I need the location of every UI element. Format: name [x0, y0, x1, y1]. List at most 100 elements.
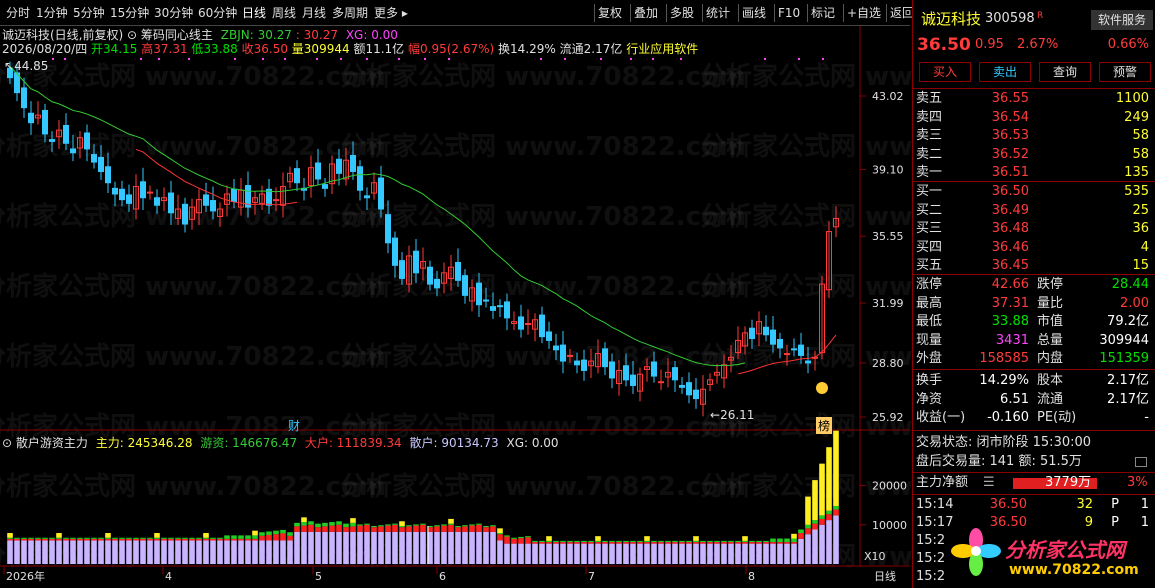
- candle-body[interactable]: [336, 158, 342, 174]
- candle-body[interactable]: [119, 188, 125, 201]
- cai-tag[interactable]: 财: [288, 417, 300, 434]
- candle-body[interactable]: [168, 192, 174, 214]
- trade-button-2[interactable]: 查询: [1039, 62, 1091, 82]
- candle-body[interactable]: [126, 194, 132, 204]
- candle-body[interactable]: [630, 374, 636, 386]
- candle-body[interactable]: [777, 338, 783, 349]
- period-tab-9[interactable]: 多周期: [332, 4, 368, 22]
- candle-body[interactable]: [98, 156, 104, 172]
- candle-body[interactable]: [399, 260, 405, 279]
- candle-body[interactable]: [63, 124, 69, 144]
- candle-body[interactable]: [378, 177, 384, 210]
- candle-body[interactable]: [497, 305, 503, 308]
- candle-body[interactable]: [483, 299, 489, 302]
- period-tab-3[interactable]: 15分钟: [110, 4, 149, 22]
- candle-body[interactable]: [658, 381, 664, 384]
- candle-body[interactable]: [112, 187, 118, 195]
- sub-indicator-name[interactable]: 散户游资主力: [16, 436, 88, 450]
- candle-body[interactable]: [574, 360, 580, 366]
- candle-body[interactable]: [784, 353, 790, 356]
- candle-body[interactable]: [462, 275, 468, 296]
- candle-body[interactable]: [749, 327, 755, 340]
- candle-body[interactable]: [154, 197, 160, 206]
- service-button[interactable]: 软件服务: [1091, 10, 1153, 30]
- tool-button-6[interactable]: 标记: [811, 4, 835, 22]
- period-tab-7[interactable]: 周线: [272, 4, 296, 22]
- candle-body[interactable]: [476, 282, 482, 306]
- candle-body[interactable]: [357, 166, 363, 191]
- tool-button-8[interactable]: 返回: [890, 4, 914, 22]
- candle-body[interactable]: [434, 278, 440, 289]
- candle-body[interactable]: [672, 367, 678, 381]
- candle-body[interactable]: [504, 301, 510, 319]
- candle-body[interactable]: [791, 348, 797, 351]
- trade-button-3[interactable]: 预警: [1099, 62, 1151, 82]
- candle-body[interactable]: [518, 316, 524, 330]
- candle-body[interactable]: [560, 344, 566, 362]
- candle-body[interactable]: [350, 155, 356, 172]
- candle-body[interactable]: [693, 389, 699, 400]
- candle-body[interactable]: [539, 314, 545, 338]
- candle-body[interactable]: [28, 112, 34, 124]
- period-tab-2[interactable]: 5分钟: [73, 4, 105, 22]
- candle-body[interactable]: [413, 250, 419, 274]
- candle-body[interactable]: [490, 306, 496, 311]
- money-bag-icon[interactable]: [816, 382, 828, 394]
- tool-button-4[interactable]: 画线: [742, 4, 766, 22]
- candle-body[interactable]: [49, 139, 55, 142]
- candle-body[interactable]: [805, 360, 811, 364]
- candle-body[interactable]: [427, 266, 433, 285]
- candle-body[interactable]: [651, 361, 657, 377]
- candle-body[interactable]: [798, 344, 804, 356]
- period-tab-0[interactable]: 分时: [6, 4, 30, 22]
- bang-tag[interactable]: 榜: [816, 417, 833, 434]
- candle-body[interactable]: [322, 184, 328, 189]
- price-chart-svg[interactable]: 43.02 39.10 35.55 31.99 28.80 25.92 20000 10000…: [0, 26, 910, 588]
- bar-industry[interactable]: 行业应用软件: [626, 42, 698, 56]
- candle-body[interactable]: [140, 181, 146, 199]
- candle-body[interactable]: [203, 194, 209, 206]
- period-tab-10[interactable]: 更多 ▸: [374, 4, 408, 22]
- period-tab-4[interactable]: 30分钟: [154, 4, 193, 22]
- candle-body[interactable]: [581, 359, 587, 371]
- candle-body[interactable]: [455, 262, 461, 281]
- candle-body[interactable]: [770, 329, 776, 345]
- candle-body[interactable]: [686, 382, 692, 396]
- candle-body[interactable]: [294, 168, 300, 184]
- candle-body[interactable]: [182, 203, 188, 225]
- candle-body[interactable]: [231, 188, 237, 202]
- candle-body[interactable]: [84, 132, 90, 150]
- candle-body[interactable]: [567, 354, 573, 357]
- period-tab-8[interactable]: 月线: [302, 4, 326, 22]
- candle-body[interactable]: [679, 384, 685, 388]
- candle-body[interactable]: [602, 348, 608, 368]
- candle-body[interactable]: [21, 87, 27, 109]
- candle-body[interactable]: [70, 148, 76, 154]
- period-tab-1[interactable]: 1分钟: [36, 4, 68, 22]
- candle-body[interactable]: [42, 109, 48, 135]
- candle-body[interactable]: [553, 345, 559, 351]
- tool-button-0[interactable]: 复权: [598, 4, 622, 22]
- candle-body[interactable]: [623, 365, 629, 381]
- candle-body[interactable]: [105, 166, 111, 184]
- tool-button-2[interactable]: 多股: [670, 4, 694, 22]
- candle-body[interactable]: [385, 214, 391, 244]
- expand-icon[interactable]: [1135, 457, 1147, 467]
- tool-button-7[interactable]: +自选: [847, 4, 881, 22]
- kline-chart[interactable]: 分析家公式网 www.70822.com 分析家公式网 www.70822.com…: [0, 26, 1106, 588]
- candle-body[interactable]: [91, 154, 97, 163]
- candle-body[interactable]: [763, 326, 769, 336]
- candle-body[interactable]: [147, 191, 153, 194]
- tool-button-5[interactable]: F10: [778, 4, 800, 22]
- candle-body[interactable]: [210, 200, 216, 212]
- trade-button-1[interactable]: 卖出: [979, 62, 1031, 82]
- candle-body[interactable]: [273, 199, 279, 202]
- candle-body[interactable]: [315, 162, 321, 180]
- trade-button-0[interactable]: 买入: [919, 62, 971, 82]
- period-tab-6[interactable]: 日线: [242, 4, 266, 22]
- tool-button-1[interactable]: 叠加: [634, 4, 658, 22]
- chevron-down-icon[interactable]: ⊙: [2, 436, 12, 450]
- period-tab-5[interactable]: 60分钟: [198, 4, 237, 22]
- candle-body[interactable]: [392, 237, 398, 266]
- candle-body[interactable]: [546, 331, 552, 341]
